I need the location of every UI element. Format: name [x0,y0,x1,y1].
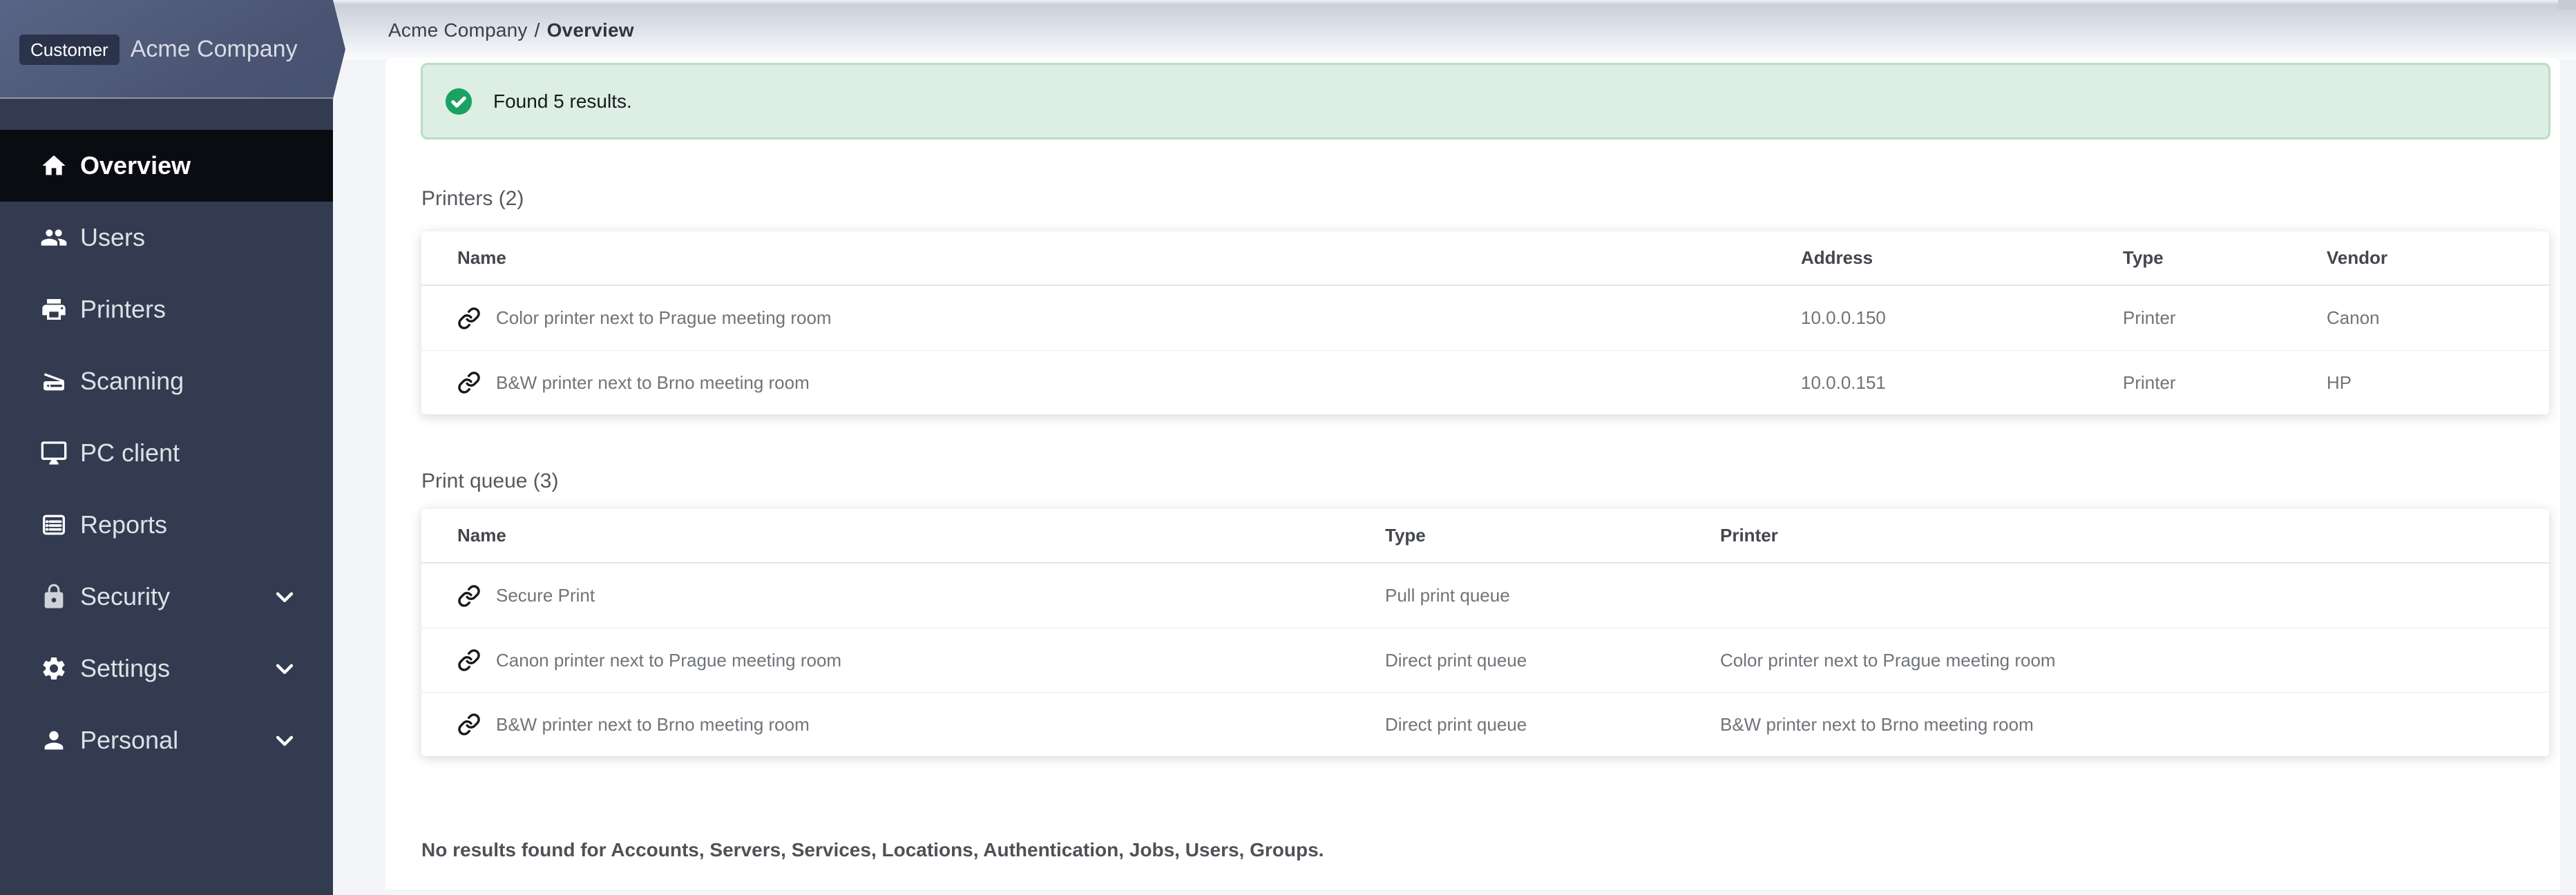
cell-vendor: Canon [2327,307,2549,329]
breadcrumb-parent-link[interactable]: Acme Company [388,19,528,41]
app-window: Acme Company / Overview Customer Acme Comp… [0,0,2576,895]
column-header-name: Name [421,247,1801,269]
customer-badge: Customer [19,35,120,65]
link-icon [457,307,481,330]
column-header-type: Type [2123,247,2327,269]
sidebar-item-settings[interactable]: Settings [0,633,333,704]
alert-message: Found 5 results. [493,90,632,113]
person-icon [39,725,69,756]
table-row[interactable]: B&W printer next to Brno meeting room Di… [421,692,2549,756]
sidebar-item-label: Security [80,582,170,611]
cell-address: 10.0.0.151 [1801,372,2123,394]
no-results-note: No results found for Accounts, Servers, … [421,839,2560,861]
row-name-link[interactable]: B&W printer next to Brno meeting room [421,713,1385,736]
lock-icon [39,581,69,612]
row-name-link[interactable]: B&W printer next to Brno meeting room [421,371,1801,394]
header-divider [0,97,333,99]
row-name-link[interactable]: Color printer next to Prague meeting roo… [421,307,1801,330]
breadcrumb-current: Overview [547,19,634,41]
cell-type: Printer [2123,307,2327,329]
printer-icon [39,294,69,325]
sidebar-item-label: PC client [80,439,180,468]
chevron-down-icon [271,726,298,754]
sidebar-item-pc-client[interactable]: PC client [0,417,333,489]
check-circle-icon [443,86,474,117]
sidebar-item-personal[interactable]: Personal [0,704,333,776]
sidebar-item-label: Overview [80,151,191,180]
content-panel: Found 5 results. Printers (2) Name Addre… [385,58,2560,889]
scrollbar-thumb[interactable] [2558,0,2576,10]
column-header-name: Name [421,525,1385,546]
cell-printer: Color printer next to Prague meeting roo… [1720,650,2549,671]
row-name-link[interactable]: Canon printer next to Prague meeting roo… [421,648,1385,672]
success-alert: Found 5 results. [421,63,2550,139]
monitor-icon [39,438,69,468]
section-title-printers: Printers (2) [421,189,2560,209]
company-name: Acme Company [131,36,298,63]
sidebar-item-reports[interactable]: Reports [0,489,333,561]
sidebar-nav: Overview Users Printers Scanning [0,130,333,776]
cell-type: Direct print queue [1385,714,1720,735]
sidebar-item-label: Printers [80,295,166,324]
table-header-row: Name Type Printer [421,509,2549,564]
table-header-row: Name Address Type Vendor [421,231,2549,286]
table-row[interactable]: Canon printer next to Prague meeting roo… [421,628,2549,692]
sidebar-item-scanning[interactable]: Scanning [0,345,333,417]
table-row[interactable]: Color printer next to Prague meeting roo… [421,286,2549,350]
gear-icon [39,653,69,684]
reports-icon [39,510,69,540]
printers-table: Name Address Type Vendor Color printer n… [421,231,2549,414]
chevron-down-icon [271,583,298,610]
table-row[interactable]: B&W printer next to Brno meeting room 10… [421,350,2549,414]
cell-vendor: HP [2327,372,2549,394]
cell-type: Printer [2123,372,2327,394]
cell-address: 10.0.0.150 [1801,307,2123,329]
sidebar-item-label: Personal [80,726,178,755]
column-header-vendor: Vendor [2327,247,2549,269]
column-header-address: Address [1801,247,2123,269]
scanner-icon [39,366,69,396]
column-header-type: Type [1385,525,1720,546]
row-name-link[interactable]: Secure Print [421,584,1385,608]
section-title-print-queue: Print queue (3) [421,471,2560,492]
customer-header: Customer Acme Company [0,0,345,99]
link-icon [457,713,481,736]
chevron-down-icon [271,655,298,682]
cell-type: Pull print queue [1385,585,1720,606]
column-header-printer: Printer [1720,525,2549,546]
sidebar-item-label: Reports [80,510,167,539]
header-band [333,0,2576,59]
cell-type: Direct print queue [1385,650,1720,671]
home-icon [39,151,69,181]
sidebar-item-security[interactable]: Security [0,561,333,633]
sidebar-item-label: Settings [80,654,170,683]
link-icon [457,584,481,608]
print-queue-table: Name Type Printer Secure Print Pull prin… [421,509,2549,756]
sidebar-item-label: Users [80,223,145,252]
cell-printer: B&W printer next to Brno meeting room [1720,714,2549,735]
table-row[interactable]: Secure Print Pull print queue [421,564,2549,628]
link-icon [457,648,481,672]
sidebar: Customer Acme Company Overview Users [0,0,333,895]
sidebar-item-label: Scanning [80,367,184,396]
breadcrumb-separator: / [535,19,540,41]
sidebar-item-users[interactable]: Users [0,202,333,273]
users-icon [39,222,69,253]
sidebar-item-overview[interactable]: Overview [0,130,333,202]
sidebar-item-printers[interactable]: Printers [0,273,333,345]
breadcrumb: Acme Company / Overview [388,19,634,41]
link-icon [457,371,481,394]
